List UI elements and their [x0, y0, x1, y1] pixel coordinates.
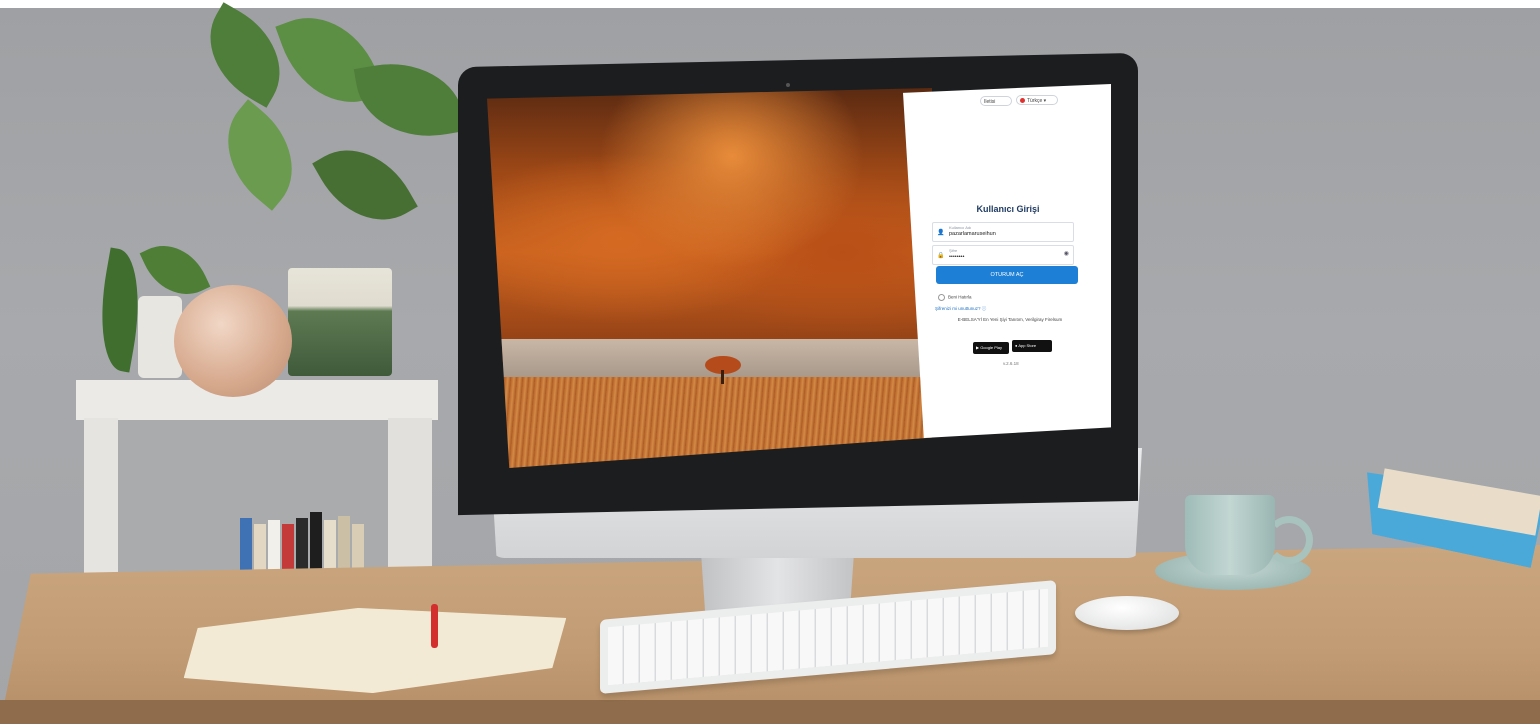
- login-title: Kullanıcı Girişi: [976, 204, 1040, 214]
- version-text: v.2.6.18: [1003, 361, 1019, 366]
- forgot-password-link[interactable]: Şifrenizi mi unuttunuz? ⓘ: [935, 306, 986, 312]
- flag-icon: [1020, 98, 1025, 104]
- orange-sky: [487, 88, 932, 362]
- mouse: [1075, 596, 1179, 630]
- desk-scene-photo: Iletisi Türkçe ▾ Kullanıcı Girişi 👤 Kull…: [0, 0, 1540, 724]
- app-store-button[interactable]: ● App Store: [1012, 340, 1052, 352]
- plant-pot: [288, 268, 392, 376]
- red-pen: [431, 604, 438, 648]
- username-value: pazarlamaruseihun: [949, 231, 996, 237]
- remember-me[interactable]: Beni Hatırla: [938, 294, 972, 301]
- login-button[interactable]: OTURUM AÇ: [936, 266, 1078, 284]
- plant-leaf: [203, 99, 317, 211]
- camera-icon: [786, 83, 790, 87]
- copper-vase: [174, 285, 292, 397]
- language-label: Türkçe: [1027, 98, 1043, 104]
- app-promo-text: E-BELSA'Yİ En Yeni Şiyi Tanıtım, Verilgi…: [957, 317, 1063, 322]
- google-play-label: Google Play: [980, 345, 1002, 350]
- user-icon: 👤: [937, 230, 945, 236]
- coffee-cup: [1185, 495, 1275, 575]
- username-label: Kullanıcı Adı: [949, 225, 972, 230]
- wallpaper-sunset-field: [487, 88, 932, 468]
- password-field[interactable]: 🔒 Şifre •••••••• ◉: [932, 245, 1074, 265]
- username-field[interactable]: 👤 Kullanıcı Adı pazarlamaruseihun: [932, 222, 1074, 242]
- theme-toggle[interactable]: Iletisi: [980, 96, 1012, 106]
- eye-icon[interactable]: ◉: [1064, 250, 1069, 257]
- theme-toggle-label: Iletisi: [984, 99, 996, 105]
- remember-label: Beni Hatırla: [948, 294, 972, 300]
- remember-checkbox[interactable]: [938, 294, 945, 301]
- google-play-button[interactable]: ▶ Google Play: [973, 342, 1009, 354]
- desk-edge: [0, 700, 1540, 724]
- tree-trunk: [721, 370, 724, 384]
- password-label: Şifre: [949, 248, 958, 253]
- app-store-label: App Store: [1018, 343, 1037, 348]
- forgot-password-text: Şifrenizi mi unuttunuz?: [935, 306, 981, 311]
- password-value: ••••••••: [949, 254, 965, 260]
- lock-icon: 🔒: [937, 253, 945, 259]
- plant-leaf: [188, 2, 302, 108]
- plant-leaf: [312, 128, 418, 242]
- plant-leaf: [353, 51, 467, 149]
- language-select[interactable]: Türkçe ▾: [1016, 95, 1058, 105]
- question-icon: ⓘ: [981, 306, 987, 311]
